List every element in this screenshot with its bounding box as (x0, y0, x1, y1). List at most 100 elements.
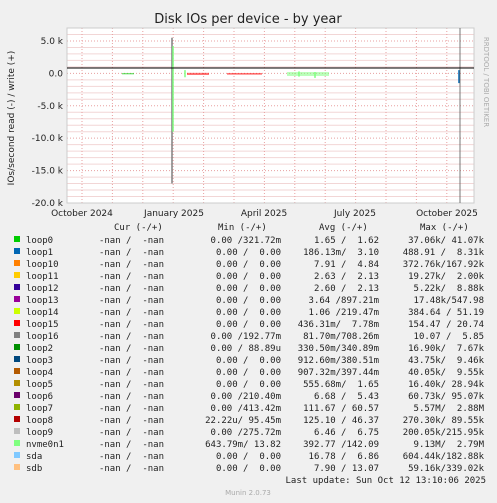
legend-min: 0.00 / 0.00 (216, 272, 281, 282)
last-update: Last update: Sun Oct 12 13:10:06 2025 (286, 476, 486, 486)
legend-name-sda: sda (26, 452, 42, 462)
legend-avg: 907.32m/397.44m (298, 368, 379, 378)
legend-name-loop1: loop1 (26, 248, 53, 258)
legend-name-sdb: sdb (26, 464, 42, 474)
legend-name-loop4: loop4 (26, 368, 53, 378)
legend-swatch-loop16 (14, 332, 20, 338)
legend-avg: 111.67 / 60.57 (303, 404, 379, 414)
col-header-avg: Avg (-/+) (319, 223, 368, 233)
legend-min: 22.22u/ 95.45m (205, 416, 281, 426)
legend-swatch-loop0 (14, 236, 20, 242)
legend-max: 9.13M/ 2.79M (414, 440, 485, 450)
legend-min: 0.00 / 0.00 (216, 452, 281, 462)
x-tick-label: April 2025 (241, 209, 287, 219)
legend-avg: 3.64 /897.21m (309, 296, 379, 306)
legend-min: 0.00 / 88.89u (211, 344, 281, 354)
legend-swatch-loop2 (14, 344, 20, 350)
legend-swatch-sdb (14, 464, 20, 470)
legend-avg: 81.70m/708.26m (303, 332, 379, 342)
legend-cur: -nan / -nan (99, 392, 164, 402)
legend-max: 10.07 / 5.85 (414, 332, 484, 342)
legend-max: 59.16k/339.02k (408, 464, 484, 474)
legend-max: 19.27k/ 2.00k (408, 272, 484, 282)
legend-min: 643.79m/ 13.82 (205, 440, 281, 450)
legend-min: 0.00 /192.77m (211, 332, 281, 342)
legend-avg: 125.10 / 46.37 (303, 416, 379, 426)
band-nvme0n1 (287, 72, 329, 76)
legend-name-loop14: loop14 (26, 308, 59, 318)
legend-max: 37.06k/ 41.07k (408, 236, 484, 246)
legend-cur: -nan / -nan (99, 464, 164, 474)
legend-max: 43.75k/ 9.46k (408, 356, 484, 366)
x-tick-label: October 2024 (51, 209, 113, 219)
rrdtool-credit: RRDTOOL / TOBI OETIKER (482, 37, 490, 127)
legend-swatch-loop4 (14, 368, 20, 374)
legend-max: 5.57M/ 2.88M (414, 404, 485, 414)
legend-avg: 555.68m/ 1.65 (303, 380, 379, 390)
legend-avg: 436.31m/ 7.78m (298, 320, 379, 330)
legend-swatch-loop13 (14, 296, 20, 302)
legend-min: 0.00 /275.72m (211, 428, 281, 438)
col-header-cur: Cur (-/+) (114, 223, 163, 233)
legend-swatch-loop12 (14, 284, 20, 290)
legend-avg: 1.65 / 1.62 (314, 236, 379, 246)
legend-avg: 186.13m/ 3.10 (303, 248, 379, 258)
legend-swatch-loop8 (14, 416, 20, 422)
legend-swatch-loop1 (14, 248, 20, 254)
legend-cur: -nan / -nan (99, 272, 164, 282)
col-header-max: Max (-/+) (420, 223, 469, 233)
legend-avg: 6.46 / 6.75 (314, 428, 379, 438)
legend-min: 0.00 / 0.00 (216, 260, 281, 270)
legend-name-loop2: loop2 (26, 344, 53, 354)
legend-swatch-loop6 (14, 392, 20, 398)
legend-name-loop12: loop12 (26, 284, 59, 294)
legend-min: 0.00 /210.40m (211, 392, 281, 402)
legend-cur: -nan / -nan (99, 332, 164, 342)
legend-swatch-loop7 (14, 404, 20, 410)
y-tick-label: -20.0 k (32, 199, 64, 209)
legend-avg: 1.06 /219.47m (309, 308, 379, 318)
legend-name-loop13: loop13 (26, 296, 59, 306)
legend-avg: 7.91 / 4.84 (314, 260, 379, 270)
legend-max: 270.30k/ 89.55k (403, 416, 485, 426)
legend-cur: -nan / -nan (99, 428, 164, 438)
legend-max: 5.22k/ 8.88k (414, 284, 485, 294)
y-tick-label: 5.0 k (41, 37, 64, 47)
legend-name-loop9: loop9 (26, 428, 53, 438)
legend-cur: -nan / -nan (99, 452, 164, 462)
legend-cur: -nan / -nan (99, 380, 164, 390)
legend-avg: 2.63 / 2.13 (314, 272, 379, 282)
x-tick-label: July 2025 (333, 209, 376, 219)
legend-max: 604.44k/182.88k (403, 452, 485, 462)
legend-max: 372.76k/167.92k (403, 260, 485, 270)
legend-min: 0.00 / 0.00 (216, 464, 281, 474)
legend-max: 154.47 / 20.74 (408, 320, 484, 330)
legend-swatch-loop11 (14, 272, 20, 278)
legend-name-loop6: loop6 (26, 392, 53, 402)
legend-swatch-nvme0n1 (14, 440, 20, 446)
legend-min: 0.00 / 0.00 (216, 380, 281, 390)
y-tick-label: -5.0 k (37, 102, 63, 112)
legend-max: 488.91 / 8.31k (403, 248, 485, 258)
legend-name-loop10: loop10 (26, 260, 59, 270)
legend-max: 17.48k/547.98 (414, 296, 484, 306)
legend-cur: -nan / -nan (99, 260, 164, 270)
legend-avg: 912.60m/380.51m (298, 356, 379, 366)
y-tick-label: -10.0 k (32, 134, 64, 144)
legend-min: 0.00 / 0.00 (216, 308, 281, 318)
band-loop0 (122, 72, 134, 75)
band-loop15 (227, 72, 262, 75)
x-tick-label: January 2025 (143, 209, 204, 219)
legend-cur: -nan / -nan (99, 308, 164, 318)
col-header-min: Min (-/+) (218, 223, 267, 233)
legend-cur: -nan / -nan (99, 404, 164, 414)
legend-swatch-loop10 (14, 260, 20, 266)
legend-min: 0.00 / 0.00 (216, 356, 281, 366)
y-tick-label: -15.0 k (32, 167, 64, 177)
band-loop15 (187, 72, 209, 75)
legend-name-loop5: loop5 (26, 380, 53, 390)
legend-swatch-loop5 (14, 380, 20, 386)
legend-max: 384.64 / 51.19 (408, 308, 484, 318)
legend-avg: 7.90 / 13.07 (314, 464, 379, 474)
legend-max: 60.73k/ 95.07k (408, 392, 484, 402)
